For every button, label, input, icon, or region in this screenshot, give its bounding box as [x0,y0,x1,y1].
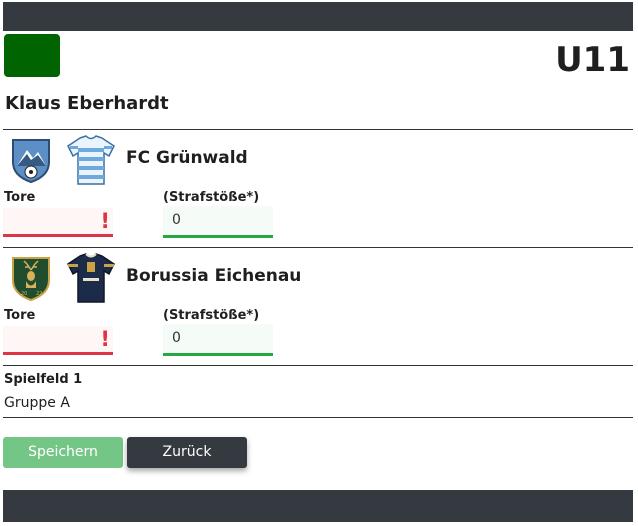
divider [3,365,633,366]
field-label: Spielfeld 1 [4,372,83,387]
team-name-home: FC Grünwald [126,148,248,168]
referee-name: Klaus Eberhardt [5,93,169,114]
group-label: Gruppe A [4,395,70,411]
goals-input-away[interactable]: ! [3,326,113,355]
light-blue-striped-shirt-icon [67,135,115,185]
error-icon: ! [100,209,110,233]
goals-label-away: Tore [4,308,36,323]
back-button[interactable]: Zurück [127,437,247,468]
top-navbar [3,2,633,31]
divider [3,417,633,418]
age-group-title: U11 [555,40,630,80]
svg-text:20: 20 [21,291,27,297]
svg-text:22: 22 [36,291,42,297]
team-name-away: Borussia Eichenau [126,266,302,286]
deer-shield-crest-icon: 20 22 [12,257,50,302]
goals-label-home: Tore [4,190,36,205]
divider [3,247,633,248]
divider [3,129,633,130]
navy-shirt-icon [67,253,115,303]
club-logo [4,34,60,77]
penalties-label-home: (Strafstöße*) [163,190,260,205]
penalties-label-away: (Strafstöße*) [163,308,260,323]
bottom-bar [3,490,633,522]
save-button[interactable]: Speichern [3,437,123,468]
mountain-shield-crest-icon [12,139,50,184]
penalties-input-away[interactable]: 0 [163,324,273,356]
penalties-input-home[interactable]: 0 [163,206,273,238]
goals-input-home[interactable]: ! [3,208,113,237]
error-icon: ! [100,327,110,351]
